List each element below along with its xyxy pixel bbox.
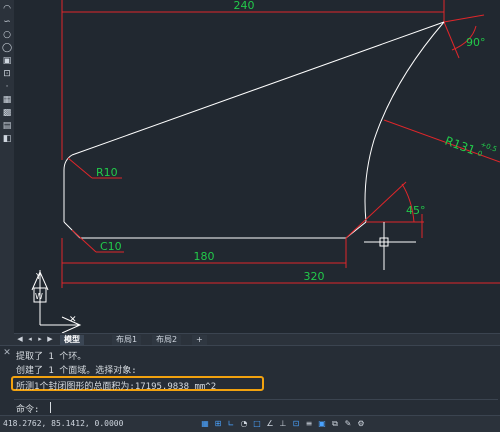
- dynamic-ucs-icon[interactable]: ⊥: [278, 418, 288, 429]
- snap-icon[interactable]: ⊞: [213, 418, 223, 429]
- command-history-line-2: 创建了 1 个面域。选择对象:: [16, 366, 137, 376]
- grid-icon[interactable]: ▦: [200, 418, 210, 429]
- dynamic-input-icon[interactable]: ⊡: [291, 418, 301, 429]
- command-input[interactable]: 命令:: [14, 399, 498, 415]
- command-panel: ✕ 提取了 1 个环。 创建了 1 个面域。选择对象: 所测1个封闭图形的总面积…: [0, 345, 500, 416]
- prev-tab-icon[interactable]: ◂: [26, 335, 34, 344]
- block-icon[interactable]: ▣: [2, 56, 12, 66]
- cursor-coordinates: 418.2762, 85.1412, 0.0000: [3, 419, 124, 428]
- tab-add[interactable]: +: [192, 335, 207, 345]
- selection-cycling-icon[interactable]: ⧉: [330, 418, 340, 429]
- dim-radius-small: R10: [96, 166, 118, 179]
- ucs-icon: Y W ✕: [31, 270, 82, 333]
- insert-icon[interactable]: ⊡: [2, 69, 12, 79]
- ellipse-icon[interactable]: ◯: [2, 43, 12, 53]
- dim-bottom-overall: 320: [304, 270, 325, 283]
- command-prompt: 命令:: [16, 405, 40, 415]
- dim-chamfer: C10: [100, 240, 122, 253]
- first-tab-icon[interactable]: ◀: [16, 335, 24, 344]
- dim-radius-tol-lower: 0: [476, 149, 483, 158]
- circle-icon[interactable]: ○: [2, 30, 12, 40]
- fillet-r10: [63, 154, 73, 171]
- transparency-icon[interactable]: ▣: [317, 418, 327, 429]
- workspace-icon[interactable]: ⚙: [356, 418, 366, 429]
- dim-top-width: 240: [234, 0, 255, 12]
- command-history-line-3: 所测1个封闭图形的总面积为:17195.9838 mm^2: [16, 382, 217, 392]
- drawing-canvas[interactable]: 240 90° R131 +0.5 0 R10 45° C10 180 320 …: [14, 0, 500, 333]
- dim-bottom-inner: 180: [194, 250, 215, 263]
- dim-angle-bottom: 45°: [406, 204, 426, 217]
- point-icon[interactable]: ·: [2, 82, 12, 92]
- arc-icon[interactable]: ◠: [2, 4, 12, 14]
- dim-angle-top: 90°: [466, 36, 486, 49]
- ucs-w-label: W: [35, 292, 43, 301]
- polar-icon[interactable]: ◔: [239, 418, 249, 429]
- text-caret: [50, 402, 51, 413]
- edge-top-slope: [71, 21, 445, 156]
- status-bar: 418.2762, 85.1412, 0.0000 ▦ ⊞ ∟ ◔ □ ∠ ⊥ …: [0, 415, 500, 432]
- spline-icon[interactable]: ∽: [2, 17, 12, 27]
- osnap-icon[interactable]: □: [252, 418, 262, 429]
- leader-c10: [71, 229, 97, 253]
- annotation-icon[interactable]: ✎: [343, 418, 353, 429]
- tab-layout1[interactable]: 布局1: [112, 335, 142, 345]
- ucs-y-label: Y: [35, 272, 41, 281]
- angle-ext-2: [443, 21, 460, 59]
- ortho-icon[interactable]: ∟: [226, 418, 236, 429]
- arc-r131: [364, 21, 445, 223]
- table-icon[interactable]: ▤: [2, 121, 12, 131]
- ucs-x-label: ✕: [69, 315, 77, 325]
- tab-model[interactable]: 模型: [60, 335, 84, 345]
- dim-radius-big: R131: [443, 134, 477, 158]
- hatch-icon[interactable]: ▦: [2, 95, 12, 105]
- cad-window: ◠ ∽ ○ ◯ ▣ ⊡ · ▦ ▩ ▤ ◧ 240 90° R131 +0.5 …: [0, 0, 500, 432]
- otrack-icon[interactable]: ∠: [265, 418, 275, 429]
- leader-r10: [67, 157, 93, 179]
- region-icon[interactable]: ◧: [2, 134, 12, 144]
- tab-layout2[interactable]: 布局2: [152, 335, 182, 345]
- draw-toolbar: ◠ ∽ ○ ◯ ▣ ⊡ · ▦ ▩ ▤ ◧: [0, 0, 15, 345]
- next-tab-icon[interactable]: ▸: [36, 335, 44, 344]
- gradient-icon[interactable]: ▩: [2, 108, 12, 118]
- last-tab-icon[interactable]: ▶: [46, 335, 54, 344]
- close-icon[interactable]: ✕: [2, 348, 12, 358]
- lineweight-icon[interactable]: ≡: [304, 418, 314, 429]
- drawing-svg: 240 90° R131 +0.5 0 R10 45° C10 180 320 …: [31, 0, 500, 333]
- angle-ext-slope: [345, 181, 407, 239]
- angle-ext-1: [443, 14, 485, 23]
- command-history-line-1: 提取了 1 个环。: [16, 352, 87, 362]
